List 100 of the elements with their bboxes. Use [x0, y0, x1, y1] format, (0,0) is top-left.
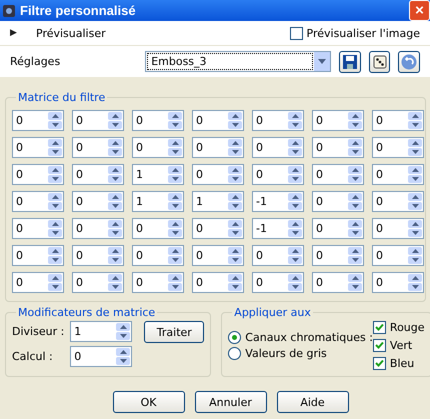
up-arrow-icon[interactable]: [292, 141, 298, 145]
up-arrow-icon[interactable]: [52, 222, 58, 226]
down-arrow-icon[interactable]: [232, 231, 238, 235]
number-spinner[interactable]: 0: [70, 346, 132, 367]
checkbox[interactable]: [372, 357, 386, 370]
down-arrow-icon[interactable]: [412, 285, 418, 289]
down-arrow-icon[interactable]: [292, 258, 298, 262]
number-spinner[interactable]: 0: [12, 110, 64, 131]
number-spinner[interactable]: 0: [252, 110, 304, 131]
number-spinner[interactable]: 0: [12, 191, 64, 212]
number-spinner[interactable]: 0: [132, 110, 184, 131]
up-arrow-icon[interactable]: [232, 114, 238, 118]
down-arrow-icon[interactable]: [352, 231, 358, 235]
down-arrow-icon[interactable]: [112, 123, 118, 127]
up-arrow-icon[interactable]: [112, 141, 118, 145]
up-arrow-icon[interactable]: [232, 249, 238, 253]
number-spinner[interactable]: 0: [72, 245, 124, 266]
down-arrow-icon[interactable]: [412, 204, 418, 208]
down-arrow-icon[interactable]: [112, 231, 118, 235]
up-arrow-icon[interactable]: [352, 168, 358, 172]
down-arrow-icon[interactable]: [412, 258, 418, 262]
up-arrow-icon[interactable]: [112, 222, 118, 226]
down-arrow-icon[interactable]: [120, 359, 127, 363]
down-arrow-icon[interactable]: [232, 123, 238, 127]
checkbox[interactable]: [372, 339, 386, 352]
up-arrow-icon[interactable]: [172, 276, 178, 280]
save-button[interactable]: [339, 50, 361, 72]
up-arrow-icon[interactable]: [412, 141, 418, 145]
down-arrow-icon[interactable]: [352, 204, 358, 208]
number-spinner[interactable]: 0: [72, 137, 124, 158]
down-arrow-icon[interactable]: [292, 204, 298, 208]
down-arrow-icon[interactable]: [172, 258, 178, 262]
number-spinner[interactable]: 0: [132, 137, 184, 158]
down-arrow-icon[interactable]: [232, 285, 238, 289]
number-spinner[interactable]: 0: [372, 110, 424, 131]
number-spinner[interactable]: 0: [252, 272, 304, 293]
number-spinner[interactable]: 0: [192, 245, 244, 266]
down-arrow-icon[interactable]: [292, 150, 298, 154]
number-spinner[interactable]: 0: [72, 110, 124, 131]
number-spinner[interactable]: 0: [372, 218, 424, 239]
down-arrow-icon[interactable]: [412, 177, 418, 181]
number-spinner[interactable]: 1: [70, 321, 132, 342]
number-spinner[interactable]: 0: [312, 164, 364, 185]
number-spinner[interactable]: 0: [132, 218, 184, 239]
up-arrow-icon[interactable]: [292, 222, 298, 226]
number-spinner[interactable]: 0: [72, 191, 124, 212]
down-arrow-icon[interactable]: [52, 204, 58, 208]
up-arrow-icon[interactable]: [172, 168, 178, 172]
reset-button[interactable]: [398, 50, 420, 72]
up-arrow-icon[interactable]: [412, 168, 418, 172]
number-spinner[interactable]: 0: [312, 110, 364, 131]
down-arrow-icon[interactable]: [52, 258, 58, 262]
down-arrow-icon[interactable]: [292, 123, 298, 127]
up-arrow-icon[interactable]: [352, 141, 358, 145]
number-spinner[interactable]: 0: [312, 137, 364, 158]
down-arrow-icon[interactable]: [352, 177, 358, 181]
down-arrow-icon[interactable]: [292, 231, 298, 235]
down-arrow-icon[interactable]: [172, 285, 178, 289]
number-spinner[interactable]: 0: [192, 272, 244, 293]
number-spinner[interactable]: -1: [252, 218, 304, 239]
number-spinner[interactable]: 0: [12, 164, 64, 185]
number-spinner[interactable]: 0: [372, 137, 424, 158]
apply-button[interactable]: Traiter: [144, 321, 204, 343]
number-spinner[interactable]: 0: [372, 191, 424, 212]
down-arrow-icon[interactable]: [232, 204, 238, 208]
dialog-button[interactable]: Annuler: [194, 391, 266, 413]
down-arrow-icon[interactable]: [172, 204, 178, 208]
up-arrow-icon[interactable]: [352, 222, 358, 226]
down-arrow-icon[interactable]: [120, 334, 127, 338]
up-arrow-icon[interactable]: [52, 249, 58, 253]
up-arrow-icon[interactable]: [292, 276, 298, 280]
number-spinner[interactable]: 0: [192, 218, 244, 239]
up-arrow-icon[interactable]: [172, 141, 178, 145]
up-arrow-icon[interactable]: [112, 276, 118, 280]
down-arrow-icon[interactable]: [232, 258, 238, 262]
preset-dropdown[interactable]: Emboss_3: [145, 51, 332, 72]
up-arrow-icon[interactable]: [172, 249, 178, 253]
down-arrow-icon[interactable]: [412, 150, 418, 154]
down-arrow-icon[interactable]: [52, 123, 58, 127]
number-spinner[interactable]: 0: [312, 245, 364, 266]
up-arrow-icon[interactable]: [292, 249, 298, 253]
up-arrow-icon[interactable]: [232, 222, 238, 226]
down-arrow-icon[interactable]: [232, 177, 238, 181]
up-arrow-icon[interactable]: [412, 195, 418, 199]
down-arrow-icon[interactable]: [292, 177, 298, 181]
up-arrow-icon[interactable]: [52, 141, 58, 145]
down-arrow-icon[interactable]: [412, 231, 418, 235]
up-arrow-icon[interactable]: [112, 114, 118, 118]
number-spinner[interactable]: 0: [132, 272, 184, 293]
up-arrow-icon[interactable]: [352, 114, 358, 118]
up-arrow-icon[interactable]: [112, 195, 118, 199]
number-spinner[interactable]: 0: [312, 218, 364, 239]
checkbox[interactable]: [372, 321, 386, 334]
expander-arrow[interactable]: ▶: [10, 28, 28, 38]
down-arrow-icon[interactable]: [172, 177, 178, 181]
number-spinner[interactable]: 0: [12, 137, 64, 158]
down-arrow-icon[interactable]: [112, 150, 118, 154]
down-arrow-icon[interactable]: [52, 231, 58, 235]
number-spinner[interactable]: 0: [12, 272, 64, 293]
dialog-button[interactable]: OK: [112, 391, 184, 413]
